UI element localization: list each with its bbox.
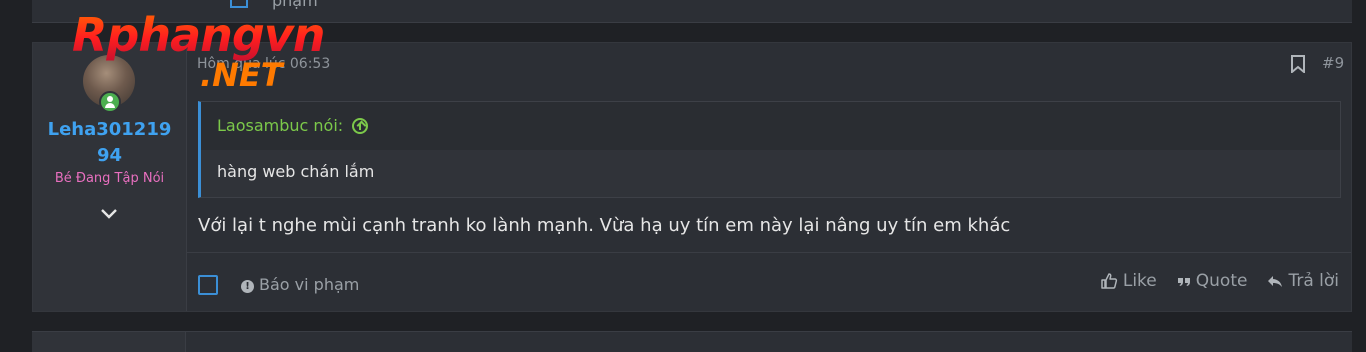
select-checkbox[interactable] <box>230 0 248 8</box>
post-message: Với lại t nghe mùi cạnh tranh ko lành mạ… <box>198 215 1011 236</box>
site-logo[interactable]: Rphangvn .NET <box>72 8 372 98</box>
post-number[interactable]: #9 <box>1322 54 1344 72</box>
quote-block: Laosambuc nói: hàng web chán lắm <box>198 101 1341 198</box>
chevron-down-icon[interactable] <box>99 203 119 223</box>
reply-icon <box>1268 276 1283 287</box>
alert-icon: ! <box>241 280 254 293</box>
like-button[interactable]: Like <box>1100 271 1157 291</box>
bookmark-icon[interactable] <box>1291 55 1305 73</box>
quote-button[interactable]: Quote <box>1177 271 1248 291</box>
quote-author[interactable]: Laosambuc nói: <box>217 116 343 135</box>
logo-subtext: .NET <box>200 56 283 94</box>
select-checkbox[interactable] <box>198 275 218 295</box>
thumbs-up-icon <box>1101 273 1117 289</box>
report-link[interactable]: ! Báo vi phạm <box>241 275 359 294</box>
quote-text: hàng web chán lắm <box>201 150 1340 197</box>
reply-button[interactable]: Trả lời <box>1267 271 1339 291</box>
username[interactable]: Leha30121994 <box>33 117 186 169</box>
quote-icon <box>1177 278 1190 286</box>
like-label: Like <box>1122 271 1157 291</box>
quote-header[interactable]: Laosambuc nói: <box>201 102 1340 150</box>
user-title: Bé Đang Tập Nói <box>54 171 165 186</box>
user-cell <box>32 332 186 352</box>
footer-divider <box>187 252 1351 253</box>
arrow-up-circle-icon[interactable] <box>352 118 369 134</box>
post-actions: Like Quote Trả lời <box>1100 271 1339 291</box>
next-post <box>32 331 1352 352</box>
report-label: Báo vi phạm <box>259 275 360 294</box>
reply-label: Trả lời <box>1288 271 1339 291</box>
logo-text: Rphangvn <box>72 8 326 62</box>
quote-label: Quote <box>1195 271 1248 291</box>
